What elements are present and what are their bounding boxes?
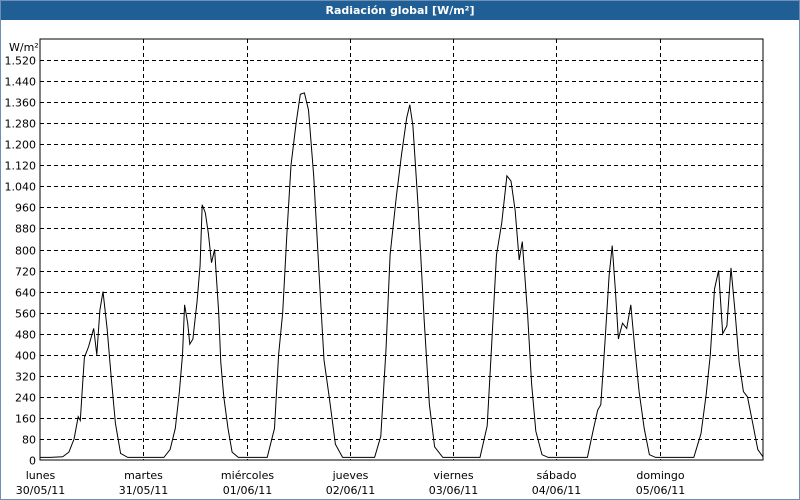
y-tick-label: 160	[15, 413, 36, 426]
x-tick-day-label: lunes	[26, 469, 56, 482]
series-line	[40, 92, 764, 458]
x-tick-day-label: martes	[124, 469, 163, 482]
grid-lines	[40, 39, 763, 460]
y-tick-label: 320	[15, 371, 36, 384]
x-tick-day-label: jueves	[332, 469, 369, 482]
x-tick-date-label: 02/06/11	[326, 484, 375, 497]
y-tick-label: 960	[15, 202, 36, 215]
y-tick-label: 1.520	[5, 55, 37, 68]
y-tick-label: 1.200	[5, 139, 37, 152]
x-tick-date-label: 30/05/11	[16, 484, 65, 497]
y-tick-label: 400	[15, 350, 36, 363]
x-tick-date-label: 31/05/11	[119, 484, 168, 497]
x-tick-date-label: 04/06/11	[532, 484, 581, 497]
y-tick-label: 720	[15, 266, 36, 279]
y-tick-label: 800	[15, 245, 36, 258]
y-tick-label: 480	[15, 329, 36, 342]
x-tick-day-label: domingo	[636, 469, 684, 482]
x-axis: lunes 30/05/11 martes 31/05/11 miércoles 01/0…	[16, 469, 685, 497]
y-tick-label: 80	[22, 434, 36, 447]
y-tick-label: 240	[15, 392, 36, 405]
x-tick-date-label: 05/06/11	[636, 484, 685, 497]
y-tick-label: 1.120	[5, 160, 37, 173]
y-tick-label: 1.440	[5, 76, 37, 89]
x-tick-day-label: miércoles	[221, 469, 274, 482]
x-tick-date-label: 03/06/11	[429, 484, 478, 497]
y-axis: 0 80 160 240 320 400 480 560 640 720 800 880 960 1.04…	[5, 55, 37, 468]
y-tick-label: 1.040	[5, 181, 37, 194]
y-tick-label: 880	[15, 223, 36, 236]
y-tick-label: 560	[15, 308, 36, 321]
y-axis-label: W/m²	[9, 41, 39, 54]
y-tick-label: 1.280	[5, 118, 37, 131]
y-tick-label: 0	[29, 455, 36, 468]
x-tick-day-label: viernes	[433, 469, 473, 482]
x-tick-date-label: 01/06/11	[223, 484, 272, 497]
y-tick-label: 640	[15, 287, 36, 300]
y-tick-label: 1.360	[5, 97, 37, 110]
x-tick-day-label: sábado	[537, 469, 577, 482]
line-chart: 0 80 160 240 320 400 480 560 640 720 800 880 960 1.04…	[5, 38, 764, 497]
